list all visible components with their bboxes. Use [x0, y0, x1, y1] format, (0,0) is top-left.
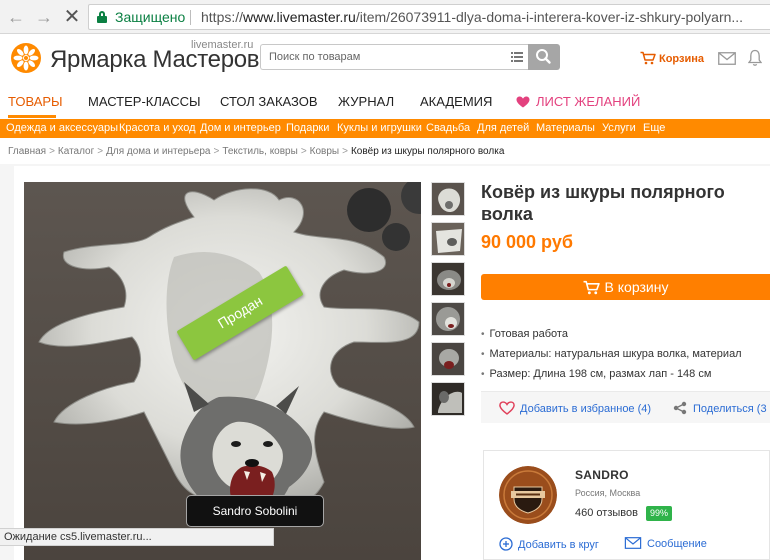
spec-item: Материалы: натуральная шкура волка, мате…: [481, 347, 742, 367]
category-more[interactable]: Еще: [643, 122, 665, 134]
product-photo[interactable]: Sandro Sobolini: [24, 182, 421, 560]
search-input[interactable]: [261, 45, 501, 69]
seller-name[interactable]: SANDRO: [575, 468, 629, 482]
menu-item-master-classes[interactable]: МАСТЕР-КЛАССЫ: [88, 94, 201, 109]
stop-loading-icon[interactable]: ✕: [62, 7, 82, 27]
search-box: [260, 44, 528, 70]
secure-label: Защищено: [115, 9, 186, 25]
product-actions: Добавить в избранное (4) Поделиться (3: [481, 391, 770, 423]
share-icon: [673, 401, 687, 415]
url-scheme: https://: [201, 9, 244, 25]
category-beauty[interactable]: Красота и уход: [119, 122, 196, 134]
address-bar[interactable]: Защищено https://www.livemaster.ru/item/…: [88, 4, 770, 30]
address-divider: [190, 10, 191, 25]
search-icon: [536, 49, 551, 64]
add-to-cart-button[interactable]: В корзину: [481, 274, 770, 300]
spec-item: Размер: Длина 198 см, размах лап - 148 с…: [481, 367, 742, 387]
envelope-icon: [624, 537, 642, 549]
add-favorite-link[interactable]: Добавить в избранное (4): [499, 401, 651, 415]
search-button[interactable]: [528, 44, 560, 70]
category-wedding[interactable]: Свадьба: [426, 122, 470, 134]
menu-item-academy[interactable]: АКАДЕМИЯ: [420, 94, 492, 109]
menu-item-wishlist[interactable]: ЛИСТ ЖЕЛАНИЙ: [516, 94, 640, 109]
thumbnail-1[interactable]: [431, 182, 465, 216]
breadcrumb: Главная > Каталог > Для дома и интерьера > Тек…: [8, 146, 505, 157]
cart-icon: [583, 280, 600, 295]
breadcrumb-rugs[interactable]: Ковры: [310, 146, 339, 157]
logo-icon[interactable]: [10, 42, 42, 74]
bell-icon[interactable]: [748, 49, 762, 67]
cart-label: Корзина: [659, 53, 704, 65]
seller-avatar[interactable]: [499, 466, 557, 524]
category-bar: Одежда и аксессуары Красота и уход Дом и…: [0, 119, 770, 138]
active-tab-indicator: [8, 115, 56, 118]
thumbnail-2[interactable]: [431, 222, 465, 256]
share-label: Поделиться (3: [693, 403, 767, 415]
category-materials[interactable]: Материалы: [536, 122, 595, 134]
add-to-circle-label: Добавить в круг: [518, 539, 599, 551]
thumbnail-3[interactable]: [431, 262, 465, 296]
list-icon[interactable]: [511, 52, 523, 62]
message-link[interactable]: Сообщение: [624, 537, 707, 550]
breadcrumb-home[interactable]: Главная: [8, 146, 46, 157]
add-favorite-label: Добавить в избранное (4): [520, 403, 652, 415]
url-path: /item/26073911-dlya-doma-i-interera-kove…: [355, 9, 744, 25]
thumbnail-4[interactable]: [431, 302, 465, 336]
back-arrow-icon[interactable]: ←: [6, 7, 26, 27]
thumbnail-6[interactable]: [431, 382, 465, 416]
seller-rating-badge: 99%: [646, 506, 672, 521]
wishlist-label: ЛИСТ ЖЕЛАНИЙ: [536, 94, 641, 109]
message-label: Сообщение: [647, 538, 707, 550]
browser-toolbar: ← → ✕ Защищено https://www.livemaster.ru…: [0, 0, 770, 34]
menu-item-goods[interactable]: ТОВАРЫ: [8, 94, 63, 109]
cart-link[interactable]: Корзина: [640, 51, 704, 65]
forward-arrow-icon[interactable]: →: [34, 7, 54, 27]
category-clothing[interactable]: Одежда и аксессуары: [6, 122, 118, 134]
sold-ribbon: Продан: [176, 265, 304, 361]
heart-outline-icon: [499, 401, 515, 415]
category-dolls[interactable]: Куклы и игрушки: [337, 122, 422, 134]
menu-item-order-table[interactable]: СТОЛ ЗАКАЗОВ: [220, 94, 318, 109]
product-specs: Готовая работа Материалы: натуральная шк…: [481, 327, 742, 387]
thumbnail-5[interactable]: [431, 342, 465, 376]
url-host: www.livemaster.ru: [243, 9, 356, 25]
breadcrumb-current: Ковёр из шкуры полярного волка: [350, 146, 505, 157]
author-name-tag: Sandro Sobolini: [186, 495, 324, 527]
category-gifts[interactable]: Подарки: [286, 122, 329, 134]
menu-item-journal[interactable]: ЖУРНАЛ: [338, 94, 394, 109]
heart-icon: [516, 96, 530, 108]
lock-icon: [97, 11, 107, 23]
add-to-cart-label: В корзину: [604, 279, 669, 295]
cart-icon: [640, 51, 656, 65]
category-home[interactable]: Дом и интерьер: [200, 122, 281, 134]
product-price: 90 000 руб: [481, 232, 573, 252]
plus-circle-icon: [499, 537, 513, 551]
product-title: Ковёр из шкуры полярного волка: [481, 182, 725, 224]
breadcrumb-textile[interactable]: Текстиль, ковры: [222, 146, 297, 157]
browser-status-bar: Ожидание cs5.livemaster.ru...: [0, 528, 274, 546]
logo-text[interactable]: Ярмарка Мастеров: [50, 46, 260, 74]
seller-reviews[interactable]: 460 отзывов: [575, 507, 638, 519]
category-services[interactable]: Услуги: [602, 122, 636, 134]
main-menu: ТОВАРЫ МАСТЕР-КЛАССЫ СТОЛ ЗАКАЗОВ ЖУРНАЛ…: [0, 88, 770, 118]
share-link[interactable]: Поделиться (3: [673, 401, 767, 415]
add-to-circle-link[interactable]: Добавить в круг: [499, 537, 599, 551]
breadcrumb-home-interior[interactable]: Для дома и интерьера: [106, 146, 210, 157]
seller-location: Россия, Москва: [575, 488, 641, 498]
mail-icon[interactable]: [718, 52, 736, 65]
spec-item: Готовая работа: [481, 327, 742, 347]
url-text[interactable]: https://www.livemaster.ru/item/26073911-…: [201, 5, 743, 29]
breadcrumb-catalog[interactable]: Каталог: [58, 146, 94, 157]
category-kids[interactable]: Для детей: [477, 122, 529, 134]
